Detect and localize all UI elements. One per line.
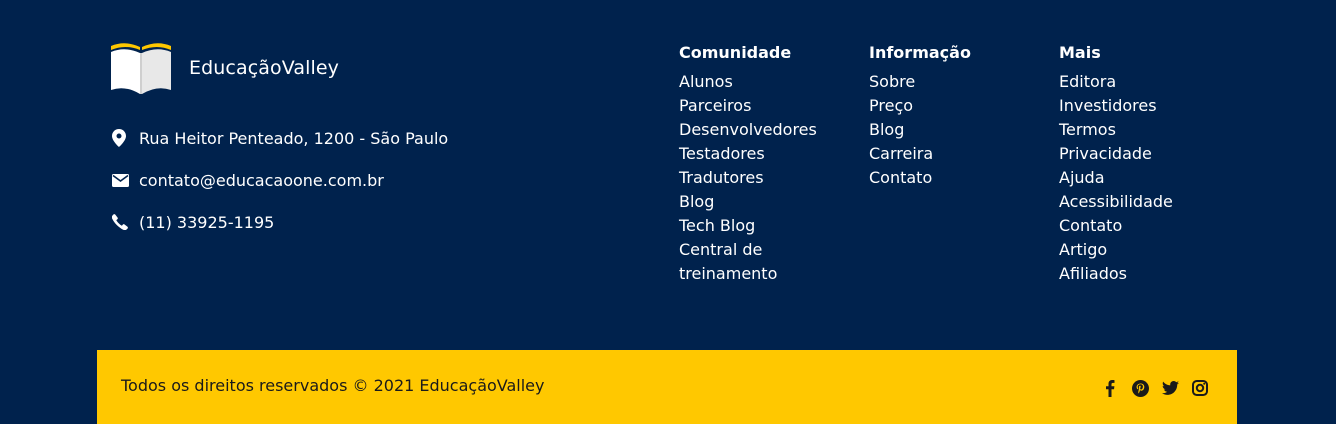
map-pin-icon — [112, 129, 130, 147]
contact-phone[interactable]: (11) 33925-1195 — [112, 211, 448, 233]
link-preco[interactable]: Preço — [869, 94, 1019, 118]
contact-address: Rua Heitor Penteado, 1200 - São Paulo — [112, 127, 448, 149]
footer-column-informacao: Informação Sobre Preço Blog Carreira Con… — [869, 42, 1019, 190]
link-artigo[interactable]: Artigo — [1059, 238, 1219, 262]
link-editora[interactable]: Editora — [1059, 70, 1219, 94]
brand[interactable]: EducaçãoValley — [109, 40, 339, 96]
link-blog[interactable]: Blog — [869, 118, 1019, 142]
column-title: Informação — [869, 43, 971, 62]
link-sobre[interactable]: Sobre — [869, 70, 1019, 94]
link-acessibilidade[interactable]: Acessibilidade — [1059, 190, 1219, 214]
pinterest-icon[interactable] — [1131, 379, 1149, 397]
contact-info: Rua Heitor Penteado, 1200 - São Paulo co… — [112, 127, 448, 253]
link-testadores[interactable]: Testadores — [679, 142, 829, 166]
brand-name: EducaçãoValley — [189, 57, 339, 79]
link-carreira[interactable]: Carreira — [869, 142, 1019, 166]
phone-icon — [112, 213, 130, 231]
link-tech-blog[interactable]: Tech Blog — [679, 214, 829, 238]
contact-phone-text[interactable]: (11) 33925-1195 — [139, 213, 274, 232]
link-tradutores[interactable]: Tradutores — [679, 166, 829, 190]
column-title: Comunidade — [679, 43, 792, 62]
link-desenvolvedores[interactable]: Desenvolvedores — [679, 118, 829, 142]
link-termos[interactable]: Termos — [1059, 118, 1219, 142]
link-alunos[interactable]: Alunos — [679, 70, 829, 94]
link-blog[interactable]: Blog — [679, 190, 829, 214]
link-parceiros[interactable]: Parceiros — [679, 94, 829, 118]
envelope-icon — [112, 171, 130, 189]
link-ajuda[interactable]: Ajuda — [1059, 166, 1219, 190]
facebook-icon[interactable] — [1101, 379, 1119, 397]
link-privacidade[interactable]: Privacidade — [1059, 142, 1219, 166]
copyright-bar: Todos os direitos reservados © 2021 Educ… — [97, 350, 1237, 424]
instagram-icon[interactable] — [1191, 379, 1209, 397]
footer-column-comunidade: Comunidade Alunos Parceiros Desenvolvedo… — [679, 42, 829, 286]
column-title: Mais — [1059, 43, 1101, 62]
link-central-de-treinamento[interactable]: Central de — [679, 238, 829, 262]
contact-email[interactable]: contato@educacaoone.com.br — [112, 169, 448, 191]
link-contato[interactable]: Contato — [869, 166, 1019, 190]
contact-address-text: Rua Heitor Penteado, 1200 - São Paulo — [139, 128, 449, 148]
twitter-icon[interactable] — [1161, 379, 1179, 397]
footer-column-mais: Mais Editora Investidores Termos Privaci… — [1059, 42, 1219, 286]
link-contato[interactable]: Contato — [1059, 214, 1219, 238]
site-footer: EducaçãoValley Rua Heitor Penteado, 1200… — [0, 0, 1336, 424]
copyright-text: Todos os direitos reservados © 2021 Educ… — [121, 376, 545, 395]
link-afiliados[interactable]: Afiliados — [1059, 262, 1219, 286]
contact-email-text[interactable]: contato@educacaoone.com.br — [139, 171, 384, 190]
link-central-de-treinamento-cont[interactable]: treinamento — [679, 262, 829, 286]
link-investidores[interactable]: Investidores — [1059, 94, 1219, 118]
open-book-logo-icon — [111, 43, 171, 94]
social-links — [1089, 379, 1209, 397]
